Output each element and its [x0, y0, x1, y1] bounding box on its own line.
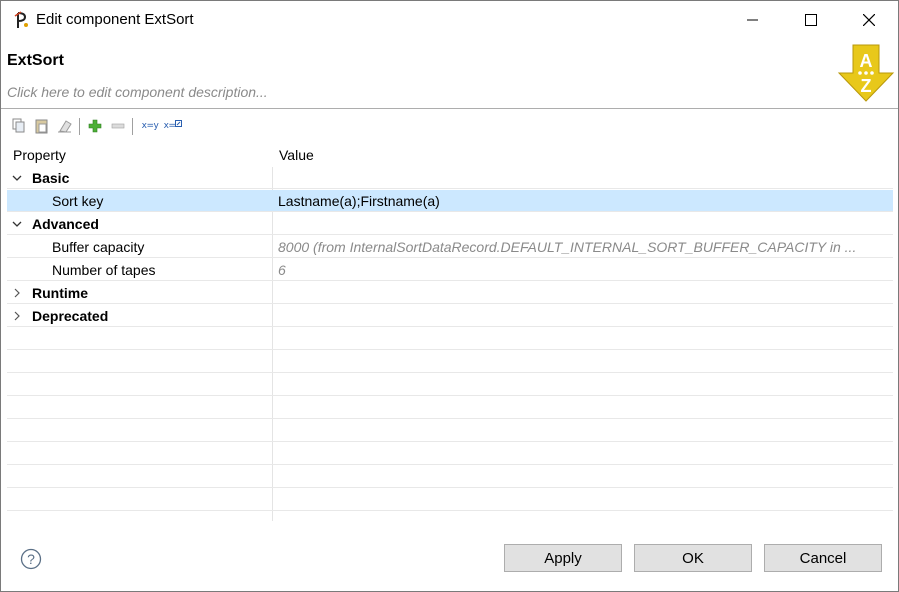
- apply-button[interactable]: Apply: [504, 544, 622, 572]
- group-row-deprecated[interactable]: Deprecated: [7, 305, 893, 327]
- property-table: Property Value Basic Sort key Lastname(a…: [7, 142, 893, 521]
- property-row-sort-key[interactable]: Sort key Lastname(a);Firstname(a): [7, 190, 893, 212]
- property-row-number-of-tapes[interactable]: Number of tapes 6: [7, 259, 893, 281]
- map-x-y-button[interactable]: x=y: [140, 117, 160, 135]
- group-label: Advanced: [32, 216, 99, 232]
- help-icon[interactable]: ?: [20, 548, 42, 570]
- toolbar-separator: [79, 118, 80, 135]
- group-label: Deprecated: [32, 308, 109, 324]
- empty-row: [7, 420, 893, 442]
- chevron-right-icon[interactable]: [12, 288, 22, 298]
- title-bar[interactable]: Edit component ExtSort: [1, 1, 898, 39]
- empty-row: [7, 443, 893, 465]
- minimize-icon: [747, 19, 758, 21]
- chevron-right-icon[interactable]: [12, 311, 22, 321]
- component-description[interactable]: Click here to edit component description…: [7, 84, 268, 100]
- property-label: Buffer capacity: [52, 239, 145, 255]
- map-target-icon: [175, 119, 183, 127]
- table-header: Property Value: [7, 142, 893, 167]
- component-header: ExtSort Click here to edit component des…: [1, 39, 898, 109]
- chevron-down-icon[interactable]: [12, 173, 22, 183]
- remove-button[interactable]: [109, 117, 127, 135]
- empty-row: [7, 489, 893, 511]
- empty-row: [7, 374, 893, 396]
- column-header-value[interactable]: Value: [279, 147, 314, 163]
- property-row-buffer-capacity[interactable]: Buffer capacity 8000 (from InternalSortD…: [7, 236, 893, 258]
- map-x-to-icon: x=: [163, 121, 176, 131]
- paste-button[interactable]: [33, 117, 51, 135]
- clear-icon: [58, 120, 72, 133]
- empty-row: [7, 397, 893, 419]
- window-title: Edit component ExtSort: [36, 11, 194, 28]
- empty-row: [7, 512, 893, 521]
- group-row-basic[interactable]: Basic: [7, 167, 893, 189]
- ok-button[interactable]: OK: [634, 544, 752, 572]
- property-value[interactable]: 6: [278, 262, 890, 278]
- copy-button[interactable]: [10, 117, 28, 135]
- remove-icon: [111, 123, 125, 129]
- empty-row: [7, 466, 893, 488]
- component-name[interactable]: ExtSort: [7, 52, 64, 70]
- chevron-down-icon[interactable]: [12, 219, 22, 229]
- maximize-button[interactable]: [782, 1, 840, 39]
- svg-text:Z: Z: [861, 76, 872, 96]
- group-label: Basic: [32, 170, 70, 186]
- svg-text:A: A: [860, 51, 873, 71]
- toolbar: x=y x=: [1, 109, 898, 141]
- property-label: Number of tapes: [52, 262, 156, 278]
- empty-row: [7, 351, 893, 373]
- group-row-advanced[interactable]: Advanced: [7, 213, 893, 235]
- dialog-footer: ? Apply OK Cancel: [1, 522, 898, 591]
- property-value[interactable]: Lastname(a);Firstname(a): [278, 193, 890, 209]
- az-sort-logo: A Z: [837, 44, 895, 102]
- property-value[interactable]: 8000 (from InternalSortDataRecord.DEFAUL…: [278, 239, 890, 255]
- add-button[interactable]: [86, 117, 104, 135]
- copy-icon: [12, 118, 25, 133]
- app-icon: [14, 11, 28, 28]
- close-button[interactable]: [840, 1, 898, 39]
- add-icon: [88, 119, 102, 133]
- svg-text:?: ?: [27, 551, 35, 567]
- empty-row: [7, 328, 893, 350]
- column-header-property[interactable]: Property: [13, 147, 66, 163]
- close-icon: [863, 14, 875, 26]
- group-row-runtime[interactable]: Runtime: [7, 282, 893, 304]
- paste-icon: [35, 119, 48, 134]
- dialog-window: Edit component ExtSort ExtSort Click her…: [0, 0, 899, 592]
- property-label: Sort key: [52, 193, 104, 209]
- toolbar-separator: [132, 118, 133, 135]
- cancel-button[interactable]: Cancel: [764, 544, 882, 572]
- clear-button[interactable]: [56, 117, 74, 135]
- group-label: Runtime: [32, 285, 88, 301]
- map-x-to-button[interactable]: x=: [163, 117, 183, 135]
- map-x-y-icon: x=y: [141, 121, 159, 131]
- minimize-button[interactable]: [724, 1, 782, 39]
- maximize-icon: [805, 14, 817, 26]
